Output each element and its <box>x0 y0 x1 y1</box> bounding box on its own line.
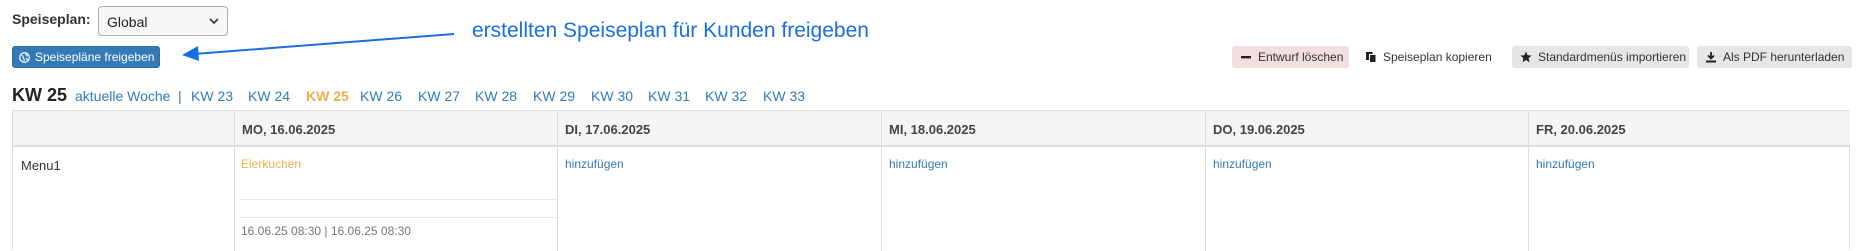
week-link-kw29[interactable]: KW 29 <box>533 88 575 104</box>
week-separator: | <box>178 88 182 104</box>
menu-plan-table: MO, 16.06.2025 DI, 17.06.2025 MI, 18.06.… <box>12 110 1850 251</box>
week-link-kw30[interactable]: KW 30 <box>591 88 633 104</box>
release-plans-button[interactable]: Speisepläne freigeben <box>12 46 160 68</box>
globe-icon <box>19 52 30 63</box>
meal-divider <box>241 217 557 218</box>
add-meal-link-wed[interactable]: hinzufügen <box>889 157 948 171</box>
column-divider <box>1528 111 1529 251</box>
week-link-kw32[interactable]: KW 32 <box>705 88 747 104</box>
minus-icon <box>1241 56 1251 59</box>
column-divider <box>1205 111 1206 251</box>
column-divider <box>557 111 558 251</box>
week-link-kw31[interactable]: KW 31 <box>648 88 690 104</box>
meal-dates: 16.06.25 08:30 | 16.06.25 08:30 <box>241 224 411 238</box>
speiseplan-label: Speiseplan: <box>12 11 91 27</box>
meal-divider <box>241 199 557 200</box>
week-link-kw23[interactable]: KW 23 <box>191 88 233 104</box>
current-week-title: KW 25 <box>12 85 68 105</box>
star-icon <box>1520 51 1532 63</box>
week-link-kw26[interactable]: KW 26 <box>360 88 402 104</box>
table-header-thu: DO, 19.06.2025 <box>1205 111 1528 147</box>
copy-icon <box>1366 52 1377 63</box>
copy-plan-label: Speiseplan kopieren <box>1383 50 1492 64</box>
import-default-menus-button[interactable]: Standardmenüs importieren <box>1512 46 1689 68</box>
table-header-wed: MI, 18.06.2025 <box>881 111 1205 147</box>
chevron-down-icon <box>209 18 219 25</box>
add-meal-link-tue[interactable]: hinzufügen <box>565 157 624 171</box>
week-link-kw28[interactable]: KW 28 <box>475 88 517 104</box>
release-plans-label: Speisepläne freigeben <box>35 50 155 64</box>
week-link-kw24[interactable]: KW 24 <box>248 88 290 104</box>
speiseplan-select-value: Global <box>107 14 148 30</box>
download-icon <box>1706 52 1716 63</box>
meal-link[interactable]: Eierkuchen <box>241 157 301 171</box>
annotation-text: erstellten Speiseplan für Kunden freigeb… <box>472 19 869 42</box>
menu-row-label: Menu1 <box>21 158 61 173</box>
week-link-kw27[interactable]: KW 27 <box>418 88 460 104</box>
table-header-fri: FR, 20.06.2025 <box>1528 111 1850 147</box>
delete-draft-label: Entwurf löschen <box>1258 50 1344 64</box>
week-link-kw33[interactable]: KW 33 <box>763 88 805 104</box>
delete-draft-button[interactable]: Entwurf löschen <box>1232 46 1349 68</box>
add-meal-link-thu[interactable]: hinzufügen <box>1213 157 1272 171</box>
table-header-tue: DI, 17.06.2025 <box>557 111 881 147</box>
week-link-kw25[interactable]: KW 25 <box>306 88 349 104</box>
column-divider <box>881 111 882 251</box>
annotation-arrow-icon <box>182 33 455 61</box>
copy-plan-button[interactable]: Speiseplan kopieren <box>1357 46 1510 68</box>
download-pdf-label: Als PDF herunterladen <box>1723 50 1845 64</box>
add-meal-link-fri[interactable]: hinzufügen <box>1536 157 1595 171</box>
column-divider <box>234 111 235 251</box>
table-header-mon: MO, 16.06.2025 <box>234 111 557 147</box>
import-default-menus-label: Standardmenüs importieren <box>1538 50 1687 64</box>
table-header-menu <box>13 111 234 147</box>
download-pdf-button[interactable]: Als PDF herunterladen <box>1697 46 1852 68</box>
current-week-link[interactable]: aktuelle Woche <box>75 88 170 104</box>
